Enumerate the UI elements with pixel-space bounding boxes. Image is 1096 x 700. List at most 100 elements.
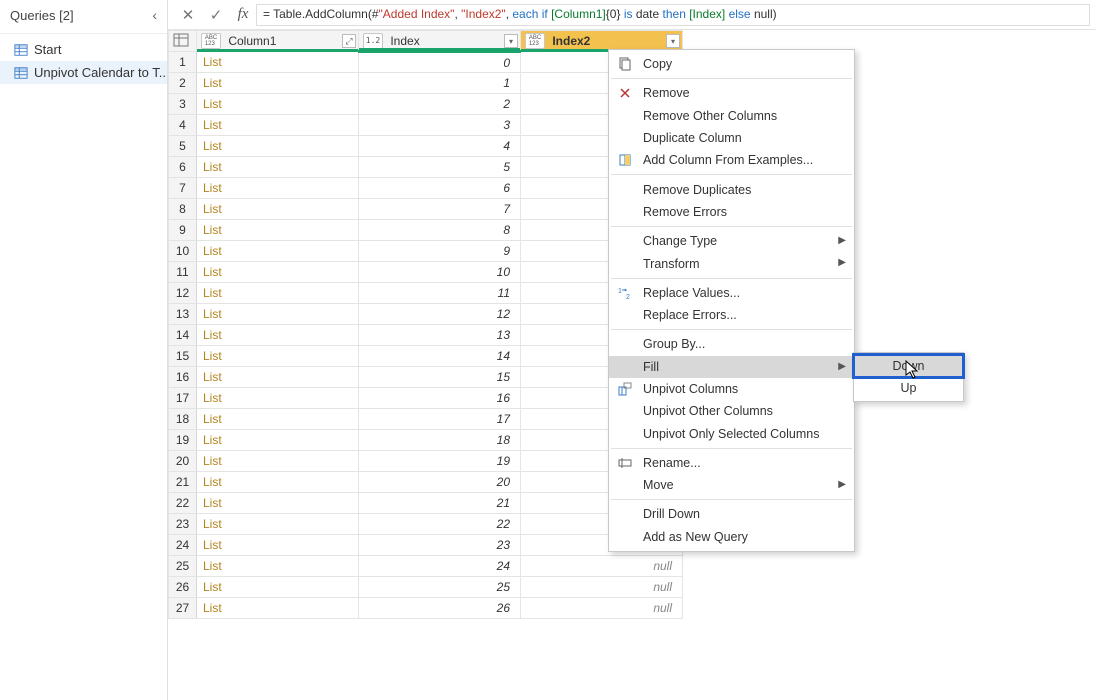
menu-unpivot-other-columns[interactable]: Unpivot Other Columns bbox=[609, 400, 854, 422]
row-number[interactable]: 22 bbox=[169, 493, 197, 514]
menu-remove-errors[interactable]: Remove Errors bbox=[609, 201, 854, 223]
cell-index[interactable]: 21 bbox=[359, 493, 521, 514]
cell-index[interactable]: 10 bbox=[359, 262, 521, 283]
cell-column1[interactable]: List bbox=[197, 136, 359, 157]
cell-column1[interactable]: List bbox=[197, 262, 359, 283]
cell-column1[interactable]: List bbox=[197, 430, 359, 451]
table-row[interactable]: 5List4 bbox=[169, 136, 683, 157]
row-number[interactable]: 15 bbox=[169, 346, 197, 367]
corner-header[interactable] bbox=[169, 31, 197, 52]
cell-column1[interactable]: List bbox=[197, 115, 359, 136]
cell-index[interactable]: 20 bbox=[359, 472, 521, 493]
cell-index[interactable]: 4 bbox=[359, 136, 521, 157]
cell-index[interactable]: 0 bbox=[359, 52, 521, 73]
cell-column1[interactable]: List bbox=[197, 199, 359, 220]
row-number[interactable]: 12 bbox=[169, 283, 197, 304]
cell-index[interactable]: 16 bbox=[359, 388, 521, 409]
cell-column1[interactable]: List bbox=[197, 451, 359, 472]
cell-column1[interactable]: List bbox=[197, 514, 359, 535]
cell-column1[interactable]: List bbox=[197, 472, 359, 493]
cell-column1[interactable]: List bbox=[197, 94, 359, 115]
row-number[interactable]: 7 bbox=[169, 178, 197, 199]
submenu-fill-down[interactable]: Down bbox=[854, 355, 963, 377]
cell-index[interactable]: 17 bbox=[359, 409, 521, 430]
row-number[interactable]: 2 bbox=[169, 73, 197, 94]
row-number[interactable]: 4 bbox=[169, 115, 197, 136]
table-row[interactable]: 17List16 bbox=[169, 388, 683, 409]
dropdown-icon[interactable]: ▾ bbox=[666, 34, 680, 48]
row-number[interactable]: 16 bbox=[169, 367, 197, 388]
expand-icon[interactable]: ⤢ bbox=[342, 34, 356, 48]
cell-column1[interactable]: List bbox=[197, 556, 359, 577]
cell-index[interactable]: 11 bbox=[359, 283, 521, 304]
row-number[interactable]: 9 bbox=[169, 220, 197, 241]
menu-unpivot-columns[interactable]: Unpivot Columns bbox=[609, 378, 854, 400]
cancel-formula-button[interactable]: ✕ bbox=[174, 3, 202, 27]
table-row[interactable]: 21List20 bbox=[169, 472, 683, 493]
cell-column1[interactable]: List bbox=[197, 367, 359, 388]
menu-copy[interactable]: Copy bbox=[609, 53, 854, 75]
menu-fill[interactable]: Fill▶ bbox=[609, 356, 854, 378]
row-number[interactable]: 1 bbox=[169, 52, 197, 73]
table-row[interactable]: 13List12 bbox=[169, 304, 683, 325]
table-row[interactable]: 9List8 bbox=[169, 220, 683, 241]
column-header-index[interactable]: 1.2 Index ▾ bbox=[359, 31, 521, 52]
cell-column1[interactable]: List bbox=[197, 157, 359, 178]
row-number[interactable]: 26 bbox=[169, 577, 197, 598]
cell-index[interactable]: 7 bbox=[359, 199, 521, 220]
row-number[interactable]: 8 bbox=[169, 199, 197, 220]
table-row[interactable]: 22List21 bbox=[169, 493, 683, 514]
cell-index[interactable]: 6 bbox=[359, 178, 521, 199]
cell-index[interactable]: 2 bbox=[359, 94, 521, 115]
row-number[interactable]: 3 bbox=[169, 94, 197, 115]
cell-index[interactable]: 18 bbox=[359, 430, 521, 451]
collapse-icon[interactable]: ‹ bbox=[150, 5, 159, 25]
cell-index[interactable]: 3 bbox=[359, 115, 521, 136]
row-number[interactable]: 23 bbox=[169, 514, 197, 535]
table-row[interactable]: 18List17 bbox=[169, 409, 683, 430]
cell-index[interactable]: 12 bbox=[359, 304, 521, 325]
table-row[interactable]: 8List7 bbox=[169, 199, 683, 220]
cell-index[interactable]: 1 bbox=[359, 73, 521, 94]
table-row[interactable]: 12List11 bbox=[169, 283, 683, 304]
query-item-start[interactable]: Start bbox=[0, 38, 167, 61]
cell-column1[interactable]: List bbox=[197, 283, 359, 304]
submenu-fill-up[interactable]: Up bbox=[854, 377, 963, 399]
row-number[interactable]: 14 bbox=[169, 325, 197, 346]
cell-index[interactable]: 15 bbox=[359, 367, 521, 388]
cell-column1[interactable]: List bbox=[197, 304, 359, 325]
table-row[interactable]: 7List6 bbox=[169, 178, 683, 199]
table-row[interactable]: 4List3 bbox=[169, 115, 683, 136]
table-row[interactable]: 11List10 bbox=[169, 262, 683, 283]
menu-rename[interactable]: Rename... bbox=[609, 452, 854, 474]
dropdown-icon[interactable]: ▾ bbox=[504, 34, 518, 48]
cell-index[interactable]: 19 bbox=[359, 451, 521, 472]
table-row[interactable]: 20List19 bbox=[169, 451, 683, 472]
row-number[interactable]: 24 bbox=[169, 535, 197, 556]
cell-index[interactable]: 26 bbox=[359, 598, 521, 619]
row-number[interactable]: 25 bbox=[169, 556, 197, 577]
cell-column1[interactable]: List bbox=[197, 241, 359, 262]
cell-index2[interactable]: null bbox=[521, 556, 683, 577]
row-number[interactable]: 17 bbox=[169, 388, 197, 409]
cell-column1[interactable]: List bbox=[197, 388, 359, 409]
cell-column1[interactable]: List bbox=[197, 52, 359, 73]
menu-change-type[interactable]: Change Type▶ bbox=[609, 230, 854, 252]
cell-index[interactable]: 8 bbox=[359, 220, 521, 241]
table-row[interactable]: 2List1 bbox=[169, 73, 683, 94]
table-row[interactable]: 6List5 bbox=[169, 157, 683, 178]
menu-remove[interactable]: Remove bbox=[609, 82, 854, 104]
accept-formula-button[interactable]: ✓ bbox=[202, 3, 230, 27]
row-number[interactable]: 13 bbox=[169, 304, 197, 325]
cell-column1[interactable]: List bbox=[197, 346, 359, 367]
cell-index2[interactable]: null bbox=[521, 577, 683, 598]
table-row[interactable]: 16List15 bbox=[169, 367, 683, 388]
cell-index[interactable]: 24 bbox=[359, 556, 521, 577]
menu-duplicate-column[interactable]: Duplicate Column bbox=[609, 127, 854, 149]
cell-index[interactable]: 5 bbox=[359, 157, 521, 178]
table-row[interactable]: 15List14 bbox=[169, 346, 683, 367]
cell-column1[interactable]: List bbox=[197, 325, 359, 346]
row-number[interactable]: 20 bbox=[169, 451, 197, 472]
table-row[interactable]: 19List18 bbox=[169, 430, 683, 451]
fx-icon[interactable]: fx bbox=[230, 6, 256, 23]
